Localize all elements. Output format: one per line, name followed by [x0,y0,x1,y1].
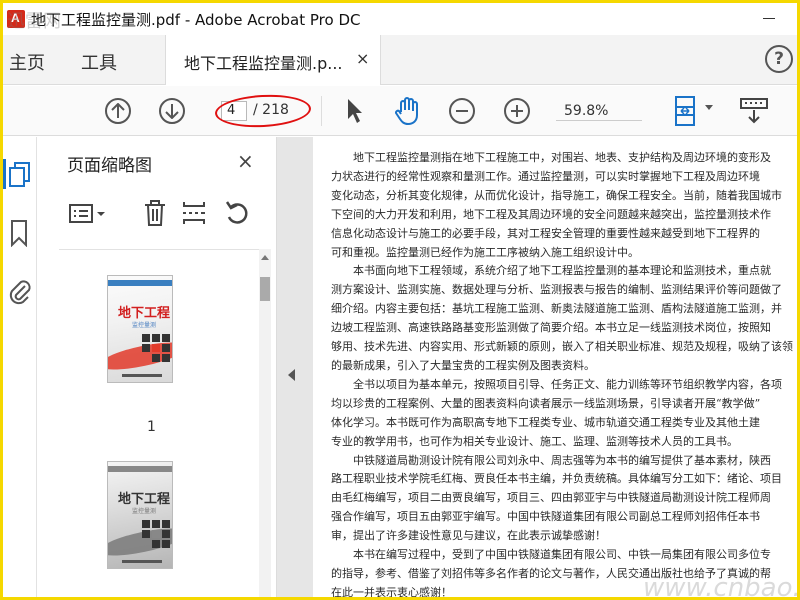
cover-title: 地下工程 [118,306,171,321]
document-line: 本书面向地下工程领域，系统介绍了地下工程监控量测的基本理论和监测技术，重点就 [331,264,771,278]
next-page-button[interactable] [159,98,185,124]
minimize-button[interactable] [763,18,775,19]
document-line: 力状态进行的经常性观察和量测工作。通过监控量测，可以实时掌握地下工程及周边环境 [331,169,760,183]
panel-title: 页面缩略图 [67,156,152,176]
bookmark-icon[interactable] [8,219,30,247]
arrow-up-icon [111,102,125,118]
document-line: 测方案设计、监测实施、数据处理与分析、监测报表与报告的编制、监测结果评价等问题做… [331,283,782,297]
annotation-oval [214,92,312,130]
corner-watermark: 迅雷网 [7,11,61,32]
plus-icon [511,105,523,117]
options-menu-icon[interactable] [69,203,109,225]
acrobat-window: 地下工程监控量测.pdf - Adobe Acrobat Pro DC 迅雷网 … [0,0,800,600]
document-line: 强合作编写，项目五由郭亚宇编写。中国中铁隧道集团有限公司副总工程师刘招伟任本书 [331,510,760,524]
document-line: 信息化动态设计与施工的必要手段，其对工程安全管理的重要性越来越受到地下工程界的 [331,226,760,240]
cover-subtitle: 监控量测 [132,322,157,329]
scroll-up-icon[interactable] [261,255,269,260]
watermark: www.cnbao.com [643,573,800,600]
tab-bar: 主页 工具 地下工程监控量测.p... × ? [3,35,797,85]
rotate-icon[interactable] [223,199,251,227]
panel-divider [59,249,271,250]
document-line: 专业的教学用书，也可作为相关专业设计、施工、监理、监测等技术人员的工具书。 [331,434,738,448]
document-line: 中铁隧道局勘测设计院有限公司刘永中、周志强等为本书的编写提供了基本素材，陕西 [331,453,771,467]
cover-subtitle: 监控量测 [132,508,157,515]
tab-close-icon[interactable]: × [356,49,369,68]
document-line: 本书在编写过程中，受到了中国中铁隧道集团有限公司、中铁一局集团有限公司多位专 [331,548,771,562]
document-line: 边坡工程监测、高速铁路路基变形监测做了简要介绍。本书立足一线监测技术岗位，按照知 [331,321,771,335]
toolbar-divider [321,96,322,126]
tab-tools[interactable]: 工具 [81,49,117,75]
document-text: 地下工程监控量测指在地下工程施工中，对围岩、地表、支护结构及周边环境的变形及 力状… [331,149,797,597]
panel-collapse-bar[interactable] [277,137,307,597]
close-icon[interactable]: × [237,149,254,173]
document-line: 由毛红梅编写，项目二由贾良编写，项目三、四由郭亚宇与中铁隧道局勘测设计院工程师周 [331,491,771,505]
extract-pages-icon[interactable] [181,199,207,227]
minus-icon [456,110,468,112]
tab-document[interactable]: 地下工程监控量测.p... × [165,35,381,85]
page-thumbnail[interactable]: 地下工程 监控量测 [107,461,173,569]
document-page: 地下工程监控量测指在地下工程施工中，对围岩、地表、支护结构及周边环境的变形及 力状… [313,137,800,600]
tab-document-label: 地下工程监控量测.p... [184,54,343,73]
collapse-arrow-icon[interactable] [288,369,295,381]
thumbnail-toolbar [57,193,267,233]
document-line: 细介绍。内容主要包括：基坑工程施工监测、新奥法隧道施工监测、盾构法隧道施工监测，… [331,302,782,316]
page-thumbnail[interactable]: 地下工程 监控量测 [107,275,173,383]
document-line: 变化动态，分析其变化规律，从而优化设计，指导施工，确保工程安全。当前，随着我国城… [331,188,782,202]
tab-home[interactable]: 主页 [9,49,45,75]
document-viewer[interactable]: 地下工程监控量测指在地下工程施工中，对围岩、地表、支护结构及周边环境的变形及 力状… [307,137,800,600]
page-thumbnails-panel: 页面缩略图 × 地下工程 监控量测 1 地下工程 监控量测 [37,137,277,597]
zoom-level-field[interactable]: 59.8% [556,101,642,121]
scrollbar-thumb[interactable] [260,277,270,301]
document-line: 全书以项目为基本单元，按照项目引导、任务正文、能力训练等环节组织教学内容，各项 [331,377,782,391]
document-line: 够用、技术先进、内容实用、形式新颖的原则，嵌入了相关职业标准、规范及规程，吸纳了… [331,340,793,354]
document-line: 均以珍贵的工程案例、大量的图表资料向读者展示一线监测场景，引导读者开展“教学做” [331,396,761,410]
arrow-down-icon [165,104,179,120]
chevron-down-icon[interactable] [705,105,713,110]
document-line: 审，提出了许多建设性意见与建议，在此表示诚挚感谢！ [331,529,606,543]
window-title: 地下工程监控量测.pdf - Adobe Acrobat Pro DC [31,10,361,29]
previous-page-button[interactable] [105,98,131,124]
zoom-in-button[interactable] [504,98,530,124]
delete-icon[interactable] [143,199,167,227]
toolbar: 4 / 218 59.8% [3,86,797,136]
document-line: 下空间的大力开发和利用，地下工程及其周边环境的安全问题越来越突出，监控量测技术作 [331,207,771,221]
thumbnail-scrollbar[interactable] [259,249,271,597]
zoom-out-button[interactable] [449,98,475,124]
document-line: 地下工程监控量测指在地下工程施工中，对围岩、地表、支护结构及周边环境的变形及 [331,151,771,164]
cover-title: 地下工程 [118,492,171,507]
title-bar: 地下工程监控量测.pdf - Adobe Acrobat Pro DC 迅雷网 [3,3,797,35]
document-line: 路工程职业技术学院毛红梅、贾良任本书主编，并负责统稿。具体编写分工如下：绪论、项… [331,472,782,486]
document-line: 的最新成果，引入了大量宝贵的工程实例及图表资料。 [331,358,595,372]
fit-page-icon[interactable] [673,95,699,127]
read-mode-icon[interactable] [740,98,768,124]
thumbnail-page-number: 1 [147,419,156,435]
select-cursor-icon[interactable] [346,98,364,124]
help-button[interactable]: ? [765,45,793,73]
page-thumbnails-icon[interactable] [8,161,32,187]
active-indicator [3,159,6,189]
attachment-icon[interactable] [8,277,32,305]
document-line: 可和重视。监控量测已经作为施工工序被纳入施工组织设计中。 [331,245,639,259]
hand-tool-icon[interactable] [393,96,423,126]
document-line: 体化学习。本书既可作为高职高专地下工程类专业、城市轨道交通工程类专业及其他土建 [331,415,760,429]
navigation-rail [3,137,37,597]
